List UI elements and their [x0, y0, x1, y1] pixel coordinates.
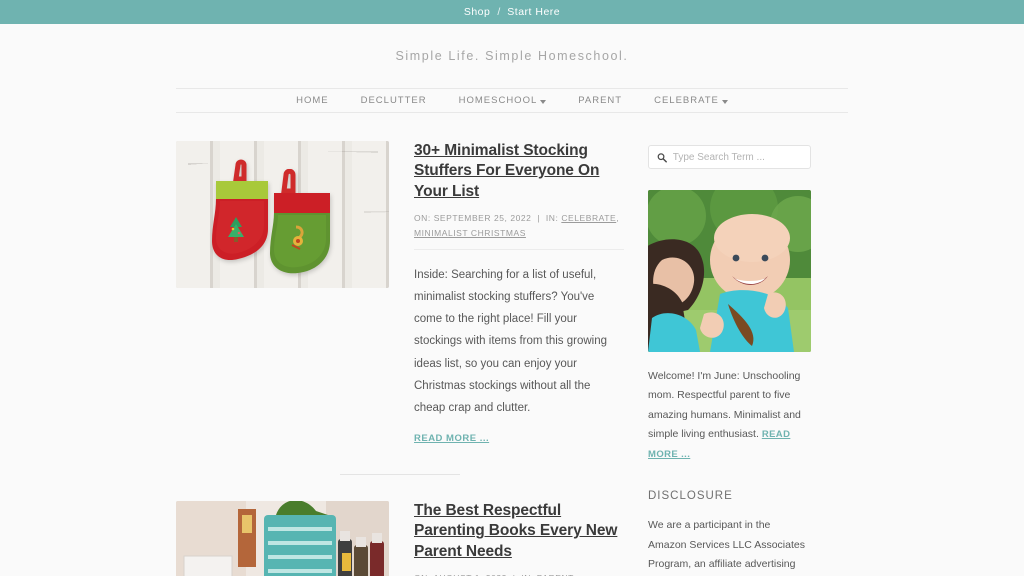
topbar-link-shop[interactable]: Shop [457, 6, 498, 18]
post-read-more-link[interactable]: READ MORE ... [414, 433, 489, 444]
sidebar: Welcome! I'm June: Unschooling mom. Resp… [648, 141, 811, 576]
topbar-link-start-here[interactable]: Start Here [500, 6, 567, 18]
nav-item-parent[interactable]: PARENT [562, 95, 638, 106]
nav-item-celebrate[interactable]: CELEBRATE [638, 95, 744, 106]
chevron-down-icon [540, 99, 547, 104]
page-container: 30+ Minimalist Stocking Stuffers For Eve… [176, 113, 848, 576]
post-meta: ON: SEPTEMBER 25, 2022 | IN: CELEBRATE, … [414, 211, 624, 251]
post-date: SEPTEMBER 25, 2022 [433, 213, 532, 224]
nav-item-declutter[interactable]: DECLUTTER [345, 95, 443, 106]
post-meta-divider: | [537, 213, 541, 224]
post-meta-in-label: IN: [545, 213, 559, 224]
post-thumbnail-stockings[interactable] [176, 141, 389, 288]
green-stocking-illustration [270, 169, 330, 274]
search-icon [657, 152, 667, 163]
primary-navigation: HOME DECLUTTER HOMESCHOOL PARENT CELEBRA… [176, 88, 848, 113]
post-entry: JESUS, THE GENTLE PARENT UNTIGERING IRIS… [176, 500, 624, 576]
post-meta: ON: AUGUST 1, 2022 | IN: PARENT [414, 571, 624, 576]
search-form[interactable] [648, 145, 811, 169]
books-svg: JESUS, THE GENTLE PARENT UNTIGERING IRIS… [176, 500, 389, 576]
disclosure-text: We are a participant in the Amazon Servi… [648, 519, 805, 570]
post-body: 30+ Minimalist Stocking Stuffers For Eve… [414, 141, 624, 446]
mother-kissing-baby-image [648, 190, 811, 352]
post-thumbnail-books[interactable]: JESUS, THE GENTLE PARENT UNTIGERING IRIS… [176, 500, 389, 576]
post-separator [340, 473, 460, 475]
author-bio: Welcome! I'm June: Unschooling mom. Resp… [648, 367, 811, 464]
post-excerpt: Inside: Searching for a list of useful, … [414, 269, 608, 414]
books-illustration: JESUS, THE GENTLE PARENT UNTIGERING IRIS… [176, 500, 389, 576]
post-title-link[interactable]: 30+ Minimalist Stocking Stuffers For Eve… [414, 141, 624, 202]
nav-item-label: CELEBRATE [654, 95, 719, 106]
site-tagline: Simple Life. Simple Homeschool. [395, 49, 629, 63]
nav-item-home[interactable]: HOME [280, 95, 345, 106]
disclosure-title: DISCLOSURE [648, 490, 733, 503]
post-meta-on-label: ON: [414, 213, 431, 224]
topbar-separator: / [497, 6, 501, 18]
nav-item-label: HOME [296, 95, 329, 106]
post-title-link[interactable]: The Best Respectful Parenting Books Ever… [414, 501, 624, 562]
post-body: The Best Respectful Parenting Books Ever… [414, 501, 624, 576]
chevron-down-icon [721, 99, 728, 104]
nav-item-label: HOMESCHOOL [458, 95, 538, 106]
nav-item-label: DECLUTTER [360, 95, 427, 106]
nav-item-label: PARENT [578, 95, 623, 106]
site-header: Simple Life. Simple Homeschool. [0, 24, 1024, 88]
category-comma: , [616, 213, 620, 224]
author-photo [648, 190, 811, 352]
post-category-link[interactable]: MINIMALIST CHRISTMAS [414, 228, 526, 238]
post-category-link[interactable]: CELEBRATE [561, 213, 616, 223]
nav-item-homeschool[interactable]: HOMESCHOOL [443, 95, 563, 106]
top-utility-bar: Shop / Start Here [0, 0, 1024, 24]
content-column: 30+ Minimalist Stocking Stuffers For Eve… [176, 141, 624, 576]
post-entry: 30+ Minimalist Stocking Stuffers For Eve… [176, 141, 624, 446]
search-input[interactable] [672, 151, 802, 163]
